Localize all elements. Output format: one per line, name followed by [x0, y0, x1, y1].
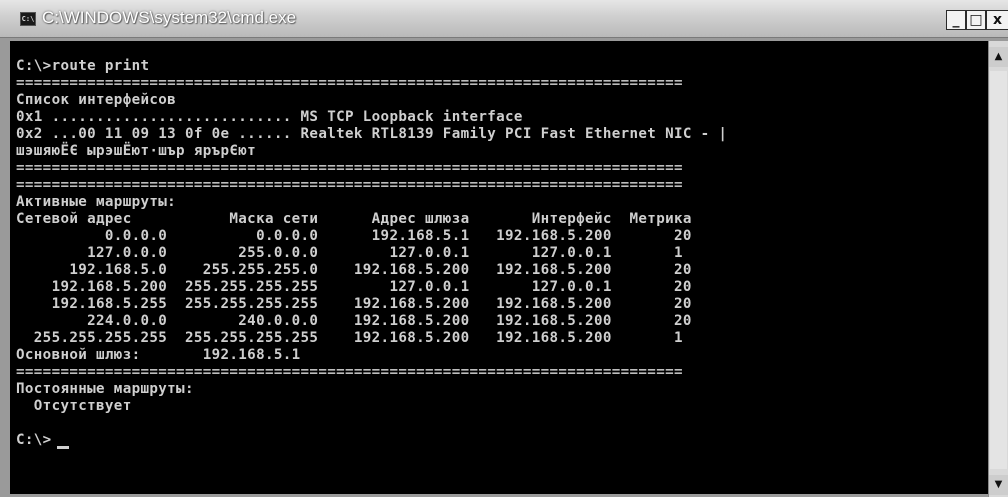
console-line-interface-2: 0x2 ...00 11 09 13 0f 0e ...... Realtek …: [16, 126, 728, 142]
vertical-scrollbar[interactable]: ▲ ▼: [988, 41, 1008, 497]
console-line-interface-1: 0x1 ........................... MS TCP L…: [16, 109, 523, 125]
text-cursor: [57, 446, 69, 449]
console-line-route-row: 224.0.0.0 240.0.0.0 192.168.5.200 192.16…: [16, 313, 692, 329]
console-line-separator: ========================================…: [16, 364, 683, 380]
console-line-interface-2-cont: шэшяюЁЄ ырэшЁют·шър ярърЄют: [16, 143, 257, 159]
close-button[interactable]: x: [986, 10, 1008, 30]
console-line-route-row: 0.0.0.0 0.0.0.0 192.168.5.1 192.168.5.20…: [16, 228, 692, 244]
window-title: C:\WINDOWS\system32\cmd.exe: [42, 8, 297, 27]
console-line-interfaces-heading: Список интерфейсов: [16, 92, 177, 108]
console-output[interactable]: C:\>route print ========================…: [10, 41, 988, 494]
console-line-route-row: 192.168.5.200 255.255.255.255 127.0.0.1 …: [16, 279, 692, 295]
console-line-active-routes-heading: Активные маршруты:: [16, 194, 177, 210]
console-line-route-row: 127.0.0.0 255.0.0.0 127.0.0.1 127.0.0.1 …: [16, 245, 683, 261]
scrollbar-thumb[interactable]: [990, 71, 1007, 469]
console-line-default-gateway: Основной шлюз: 192.168.5.1: [16, 347, 301, 363]
console-line-persistent-none: Отсутствует: [16, 398, 132, 414]
console-line-separator: ========================================…: [16, 160, 683, 176]
cmd-window: C:\ C:\WINDOWS\system32\cmd.exe _ □ x C:…: [0, 0, 1008, 497]
console-line-command: C:\>route print: [16, 58, 150, 74]
console-line-route-row: 192.168.5.0 255.255.255.0 192.168.5.200 …: [16, 262, 692, 278]
console-line-route-row: 192.168.5.255 255.255.255.255 192.168.5.…: [16, 296, 692, 312]
console-prompt[interactable]: C:\>: [16, 432, 52, 449]
scroll-up-arrow-icon[interactable]: ▲: [989, 47, 1008, 67]
cmd-icon[interactable]: C:\: [20, 12, 36, 26]
console-line-separator: ========================================…: [16, 75, 683, 91]
minimize-button[interactable]: _: [946, 10, 966, 30]
console-line-route-header: Сетевой адрес Маска сети Адрес шлюза Инт…: [16, 211, 692, 227]
title-bar[interactable]: C:\ C:\WINDOWS\system32\cmd.exe _ □ x: [0, 0, 1008, 38]
console-line-persistent-heading: Постоянные маршруты:: [16, 381, 194, 397]
console-line-separator: ========================================…: [16, 177, 683, 193]
scroll-down-arrow-icon[interactable]: ▼: [989, 475, 1008, 495]
maximize-button[interactable]: □: [966, 10, 986, 30]
console-line-route-row: 255.255.255.255 255.255.255.255 192.168.…: [16, 330, 683, 346]
